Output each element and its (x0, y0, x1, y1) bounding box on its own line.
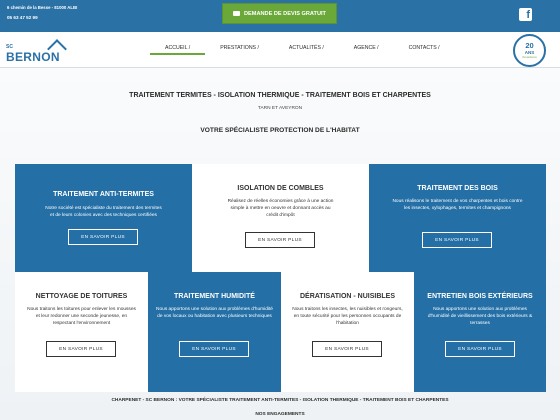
nav-actualites[interactable]: ACTUALITÉS / (274, 41, 339, 55)
hero-subtitle: TARN ET AVEYRON (257, 106, 303, 111)
card-deratisation: DÉRATISATION - NUISIBLES Nous traitons l… (281, 272, 414, 392)
main-navbar: SC BERNON ACCUEIL / PRESTATIONS / ACTUAL… (0, 32, 560, 68)
phone-text: 05 63 47 52 99 (7, 15, 38, 20)
card-text: Nous traitons les toitures pour enlever … (27, 307, 136, 326)
badge-sub: d'expérience (522, 56, 537, 59)
card-title: ISOLATION DE COMBLES (237, 185, 324, 192)
learn-more-button[interactable]: EN SAVOIR PLUS (422, 232, 492, 248)
card-title: TRAITEMENT ANTI-TERMITES (53, 191, 154, 198)
card-nettoyage-toitures: NETTOYAGE DE TOITURES Nous traitons les … (15, 272, 148, 392)
card-text: Notre société est spécialiste du traitem… (45, 206, 162, 218)
logo[interactable]: SC BERNON (6, 39, 70, 65)
engagements-heading: NOS ENGAGEMENTS (255, 412, 305, 417)
badge-number: 20 (525, 41, 534, 50)
card-text: Nous réalisons le traitement de vos char… (392, 199, 523, 211)
card-title: TRAITEMENT DES BOIS (417, 185, 498, 192)
card-entretien-bois: ENTRETIEN BOIS EXTÉRIEURS Nous apportons… (414, 272, 546, 392)
free-quote-button[interactable]: DEMANDE DE DEVIS GRATUIT (222, 3, 337, 24)
facebook-icon[interactable]: f (519, 8, 532, 21)
card-title: TRAITEMENT HUMIDITÉ (174, 293, 255, 300)
card-text: Nous traitons les insectes, les nuisible… (292, 307, 403, 326)
nav-agence[interactable]: AGENCE / (339, 41, 394, 55)
card-traitement-humidite: TRAITEMENT HUMIDITÉ Nous apportons une s… (148, 272, 281, 392)
nav-prestations[interactable]: PRESTATIONS / (205, 41, 274, 55)
card-title: DÉRATISATION - NUISIBLES (299, 293, 396, 300)
card-text: Nous apportons une solution aux problème… (427, 307, 533, 326)
learn-more-button[interactable]: EN SAVOIR PLUS (46, 341, 116, 357)
card-title: NETTOYAGE DE TOITURES (35, 293, 128, 300)
learn-more-button[interactable]: EN SAVOIR PLUS (312, 341, 382, 357)
card-text: Réalisez de réelles économies grâce à un… (227, 199, 334, 218)
learn-more-button[interactable]: EN SAVOIR PLUS (68, 229, 138, 245)
main-nav: ACCUEIL / PRESTATIONS / ACTUALITÉS / AGE… (150, 41, 455, 55)
anniversary-badge: 20 ANS d'expérience (513, 34, 546, 67)
top-bar: 6 chemin de la Besse - 81000 ALBI 05 63 … (0, 0, 560, 32)
hero-heading: VOTRE SPÉCIALISTE PROTECTION DE L'HABITA… (200, 127, 360, 134)
card-title: ENTRETIEN BOIS EXTÉRIEURS (427, 293, 533, 300)
address-text: 6 chemin de la Besse - 81000 ALBI (7, 5, 78, 10)
card-anti-termites: TRAITEMENT ANTI-TERMITES Notre société e… (15, 164, 192, 272)
nav-accueil[interactable]: ACCUEIL / (150, 41, 206, 55)
learn-more-button[interactable]: EN SAVOIR PLUS (179, 341, 249, 357)
hero-title: TRAITEMENT TERMITES - ISOLATION THERMIQU… (129, 92, 431, 99)
card-isolation-combles: ISOLATION DE COMBLES Réalisez de réelles… (192, 164, 369, 272)
card-text: Nous apportons une solution aux problème… (156, 307, 273, 319)
learn-more-button[interactable]: EN SAVOIR PLUS (245, 232, 315, 248)
card-traitement-bois: TRAITEMENT DES BOIS Nous réalisons le tr… (369, 164, 546, 272)
nav-contacts[interactable]: CONTACTS / (394, 41, 455, 55)
learn-more-button[interactable]: EN SAVOIR PLUS (445, 341, 515, 357)
footer-tagline: CHARPENET - SC BERNON : VOTRE SPÉCIALIST… (111, 398, 449, 403)
document-icon (233, 11, 241, 16)
free-quote-label: DEMANDE DE DEVIS GRATUIT (244, 10, 326, 17)
